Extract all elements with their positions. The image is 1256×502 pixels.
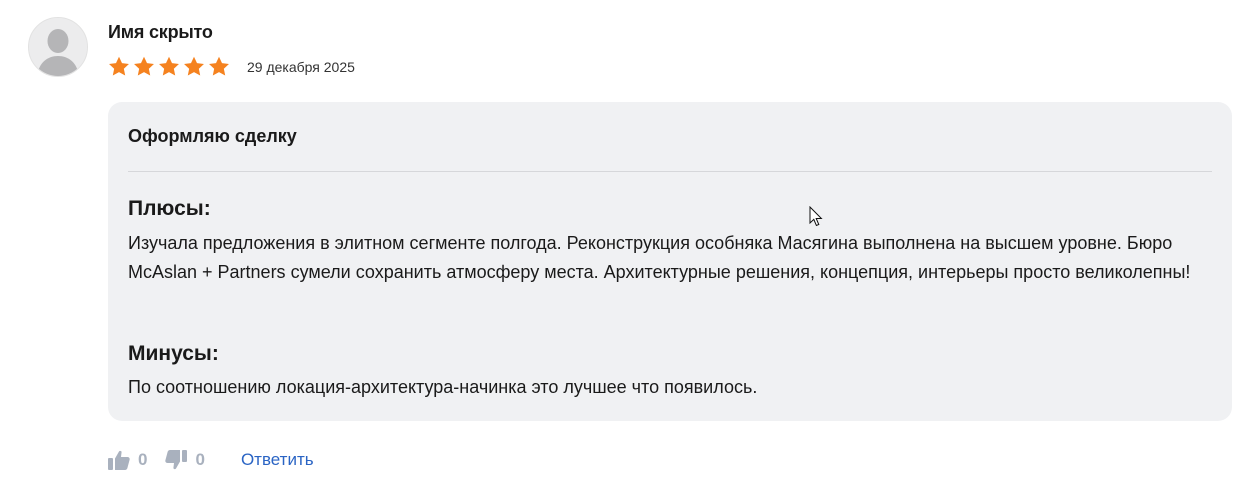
pros-heading: Плюсы: xyxy=(128,197,211,220)
review-body-card: Оформляю сделку Плюсы: Изучала предложен… xyxy=(108,102,1232,421)
star-icon xyxy=(208,56,230,77)
dislike-count: 0 xyxy=(195,450,205,469)
star-icon xyxy=(158,56,180,77)
review-actions: 0 0 Ответить xyxy=(108,448,314,472)
cons-heading: Минусы: xyxy=(128,342,219,365)
mouse-cursor-icon xyxy=(809,206,823,227)
star-icon xyxy=(183,56,205,77)
thumbs-down-icon xyxy=(165,450,188,470)
pros-text: Изучала предложения в элитном сегменте п… xyxy=(128,233,1191,282)
avatar xyxy=(28,17,88,77)
star-icon xyxy=(133,56,155,77)
like-button[interactable]: 0 xyxy=(108,450,147,470)
rating-row: 29 декабря 2025 xyxy=(108,56,355,77)
dislike-button[interactable]: 0 xyxy=(165,450,205,470)
review-item: Имя скрыто 29 декабря 2025 Оформляю сдел… xyxy=(0,0,1256,502)
author-name: Имя скрыто xyxy=(108,22,213,42)
review-date: 29 декабря 2025 xyxy=(247,59,355,75)
cons-text: По соотношению локация-архитектура-начин… xyxy=(128,377,758,397)
divider xyxy=(128,171,1212,172)
star-rating xyxy=(108,56,230,77)
star-icon xyxy=(108,56,130,77)
thumbs-up-icon xyxy=(108,450,130,470)
reply-link[interactable]: Ответить xyxy=(241,450,314,470)
user-silhouette-icon xyxy=(29,18,87,76)
review-title: Оформляю сделку xyxy=(128,126,297,146)
like-count: 0 xyxy=(138,450,148,469)
